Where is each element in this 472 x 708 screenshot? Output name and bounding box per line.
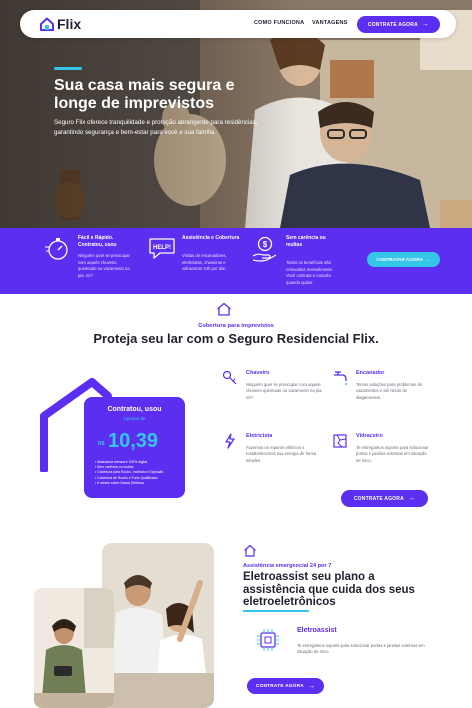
service-chaveiro: Chaveiro Ninguém quer se preocupar com a… [222, 370, 332, 420]
arrow-right-icon: → [307, 682, 316, 690]
svg-text:$: $ [263, 240, 268, 249]
pricing-card-subtitle: Apenas de [123, 416, 146, 421]
house-logo-icon [40, 17, 54, 31]
chip-icon [257, 629, 279, 651]
stopwatch-icon [45, 238, 68, 260]
top-navbar: Flix COMO FUNCIONA VANTAGENS CONTRATE AG… [20, 10, 456, 38]
nav-link-como-funciona[interactable]: COMO FUNCIONA [254, 20, 304, 26]
nav-link-vantagens[interactable]: VANTAGENS [312, 20, 348, 26]
service-text: Te entregamos suporte para solucionar po… [356, 445, 429, 463]
price-currency: R$ [98, 441, 105, 447]
hero-description: Seguro Flix oferece tranquilidade e prot… [54, 119, 258, 136]
eletroassist-text: Te entregamos suporte para solucionar po… [297, 643, 425, 655]
band-cta-label: CONTRATAR AGORA [376, 257, 424, 262]
service-text: Fazemos os reparos elétricos e restabele… [246, 445, 317, 463]
price-value: 10,39 [108, 430, 159, 452]
service-title: Encanador [356, 370, 385, 376]
pricing-card-title: Contratou, usou [107, 406, 162, 413]
service-title: Vidraceiro [356, 433, 383, 439]
brand-logo[interactable]: Flix [40, 15, 81, 33]
arrow-right-icon: → [421, 21, 430, 28]
service-encanador: Encanador Temos soluções para problemas … [332, 370, 442, 420]
service-vidraceiro: Vidraceiro Te entregamos suporte para so… [332, 433, 442, 483]
benefit-title: Assistência e Cobertura [182, 235, 240, 241]
hero-title: Sua casa mais segura e longe de imprevis… [54, 77, 235, 112]
eletroassist-cta-button[interactable]: CONTRATE AGORA → [247, 678, 324, 694]
house-outline-icon [217, 302, 231, 316]
pricing-feature-list: Assinatura mensal e 100% digital Sem car… [95, 460, 163, 486]
benefit-text: Todos os benefícios são renovados mensal… [286, 260, 334, 285]
band-cta-button[interactable]: CONTRATAR AGORA → [367, 252, 440, 267]
list-item: 6 meses sobre Danos Elétricos [95, 481, 163, 486]
money-hand-icon: $ [252, 236, 277, 262]
key-icon [222, 370, 237, 385]
service-text: Ninguém quer se preocupar com aquele chu… [246, 382, 323, 400]
pricing-card: Contratou, usou Apenas de R$ 10,39 Assin… [84, 397, 185, 498]
benefit-title: Sem carência ou multas [286, 235, 326, 248]
eletroassist-cta-label: CONTRATE AGORA [255, 683, 304, 689]
brand-name: Flix [57, 16, 82, 32]
svg-text:HELP!: HELP! [153, 245, 171, 251]
house-outline-icon [244, 544, 256, 557]
nav-cta-label: CONTRATE AGORA [367, 21, 418, 28]
hero-accent-bar [54, 67, 82, 70]
nav-cta-button[interactable]: CONTRATE AGORA → [357, 16, 440, 33]
coverage-eyebrow: Cobertura para imprevistos [198, 323, 274, 329]
child-photo-art [34, 588, 114, 708]
broken-glass-icon [333, 434, 347, 448]
arrow-right-icon: → [407, 495, 416, 502]
family-photo-art [102, 543, 214, 708]
service-title: Eletricista [246, 433, 273, 439]
benefit-title: Fácil e Rápido. Contratou, usou [78, 235, 117, 248]
lightning-icon [225, 433, 235, 449]
family-photo [102, 543, 214, 708]
arrow-right-icon: → [426, 257, 431, 262]
service-eletricista: Eletricista Fazemos os reparos elétricos… [222, 433, 332, 483]
eletroassist-title: Eletroassist seu plano a assistência que… [243, 571, 415, 608]
coverage-title: Proteja seu lar com o Seguro Residencial… [93, 331, 379, 346]
coverage-cta-button[interactable]: CONTRATE AGORA → [341, 490, 428, 507]
service-title: Chaveiro [246, 370, 270, 376]
list-item: Cobertura para Roubo, Incêndio e Explosã… [95, 470, 163, 475]
eletroassist-eyebrow: Assistência emergencial 24 por 7 [243, 563, 332, 569]
benefit-text: Visitas de encanadores, eletricistas, ch… [182, 253, 227, 271]
child-photo [34, 588, 114, 708]
service-text: Temos soluções para problemas de vazamen… [356, 382, 423, 400]
coverage-cta-label: CONTRATE AGORA [353, 495, 404, 502]
eletroassist-accent-line [243, 610, 309, 612]
benefit-text: Ninguém quer se preocupar com aquele chu… [78, 253, 130, 278]
faucet-icon [334, 371, 347, 385]
help-speech-icon: HELP! [149, 238, 175, 259]
eletroassist-name: Eletroassist [297, 627, 337, 634]
